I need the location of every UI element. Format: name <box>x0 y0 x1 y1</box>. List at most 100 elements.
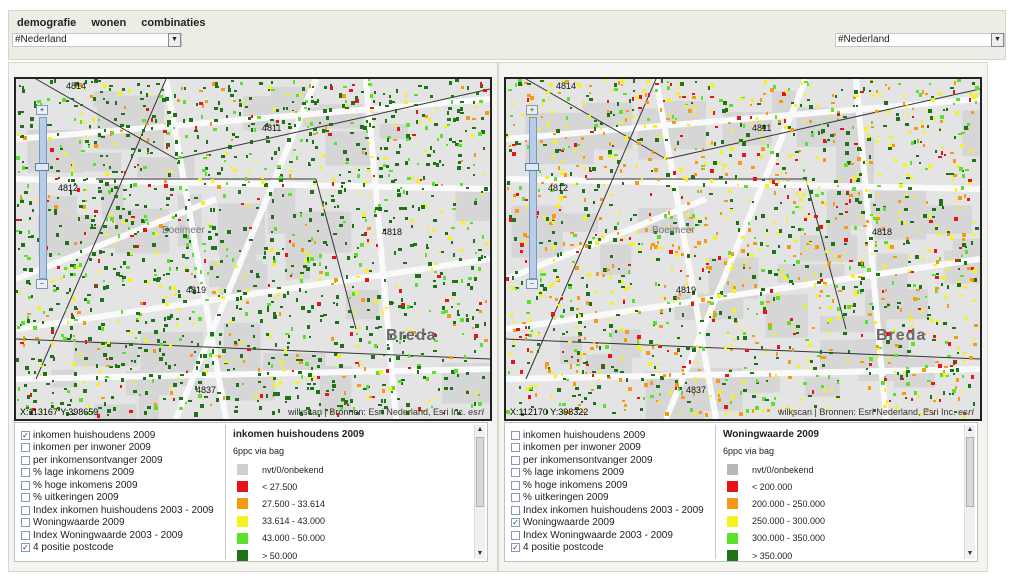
scroll-thumb[interactable] <box>966 437 974 507</box>
layer-item[interactable]: ✓ 4 positie postcode <box>511 542 721 555</box>
layer-checkbox[interactable] <box>511 493 520 503</box>
legend-scrollbar[interactable]: ▲ ▼ <box>474 425 485 559</box>
layer-item[interactable]: inkomen huishoudens 2009 <box>511 429 721 442</box>
house-parcel <box>113 407 116 411</box>
house-parcel <box>697 190 699 193</box>
layer-item[interactable]: ✓ 4 positie postcode <box>21 542 231 555</box>
menu-combinaties[interactable]: combinaties <box>141 17 205 29</box>
house-parcel <box>710 169 714 173</box>
layer-checkbox[interactable]: ✓ <box>21 430 30 440</box>
layer-item[interactable]: inkomen per inwoner 2009 <box>21 442 231 455</box>
house-parcel <box>296 156 298 160</box>
house-parcel <box>18 387 20 391</box>
chevron-down-icon[interactable]: ▼ <box>991 33 1004 47</box>
layer-item[interactable]: inkomen per inwoner 2009 <box>511 442 721 455</box>
layer-checkbox[interactable] <box>21 480 30 490</box>
house-parcel <box>346 275 348 279</box>
house-parcel <box>600 128 602 130</box>
house-parcel <box>164 317 166 321</box>
layer-checkbox[interactable] <box>511 443 520 453</box>
layer-checkbox[interactable]: ✓ <box>21 543 30 553</box>
layer-checkbox[interactable] <box>21 518 30 528</box>
layer-item[interactable]: Index inkomen huishoudens 2003 - 2009 <box>511 504 721 517</box>
zoom-track[interactable] <box>529 117 537 279</box>
layer-item[interactable]: Index inkomen huishoudens 2003 - 2009 <box>21 504 231 517</box>
zoom-handle[interactable] <box>525 163 539 171</box>
zoom-handle[interactable] <box>35 163 49 171</box>
layer-checkbox[interactable] <box>21 443 30 453</box>
minus-icon[interactable]: − <box>36 279 48 289</box>
left-region-select[interactable]: #Nederland ▼ <box>12 33 182 47</box>
layer-item[interactable]: % lage inkomens 2009 <box>21 467 231 480</box>
layer-item[interactable]: % uitkeringen 2009 <box>21 492 231 505</box>
right-map[interactable]: + − 4814 4811 4812 4818 4819 4837 Boeime… <box>504 77 982 421</box>
house-parcel <box>770 88 774 92</box>
layer-item[interactable]: Index Woningwaarde 2003 - 2009 <box>511 529 721 542</box>
layer-checkbox[interactable] <box>511 468 520 478</box>
layer-item[interactable]: Index Woningwaarde 2003 - 2009 <box>21 529 231 542</box>
house-parcel <box>210 208 212 212</box>
house-parcel <box>578 340 581 343</box>
house-parcel <box>859 173 862 176</box>
menu-demografie[interactable]: demografie <box>17 17 76 29</box>
house-parcel <box>305 362 309 366</box>
layer-label: % hoge inkomens 2009 <box>33 479 138 491</box>
house-parcel <box>383 164 386 167</box>
layer-item[interactable]: per inkomensontvanger 2009 <box>21 454 231 467</box>
house-parcel <box>106 101 109 104</box>
left-map[interactable]: + − 4814 4811 4812 4818 4819 4837 Boeime… <box>14 77 492 421</box>
legend-scrollbar[interactable]: ▲ ▼ <box>964 425 975 559</box>
right-map-canvas[interactable] <box>506 79 980 419</box>
house-parcel <box>868 194 872 198</box>
layer-checkbox[interactable] <box>511 505 520 515</box>
layer-checkbox[interactable] <box>21 468 30 478</box>
scroll-thumb[interactable] <box>476 437 484 507</box>
minus-icon[interactable]: − <box>526 279 538 289</box>
house-parcel <box>121 378 124 382</box>
zoom-track[interactable] <box>39 117 47 279</box>
house-parcel <box>51 341 54 345</box>
layer-checkbox[interactable] <box>511 455 520 465</box>
layer-item[interactable]: ✓ inkomen huishoudens 2009 <box>21 429 231 442</box>
zoom-slider[interactable]: + − <box>35 105 49 289</box>
arrow-up-icon[interactable]: ▲ <box>965 425 975 435</box>
legend-item: > 50.000 <box>233 547 463 564</box>
layer-checkbox[interactable] <box>21 493 30 503</box>
house-parcel <box>77 311 81 314</box>
layer-checkbox[interactable] <box>511 430 520 440</box>
plus-icon[interactable]: + <box>36 105 48 115</box>
layer-checkbox[interactable]: ✓ <box>511 518 520 528</box>
layer-checkbox[interactable] <box>21 530 30 540</box>
layer-item[interactable]: Woningwaarde 2009 <box>21 517 231 530</box>
layer-item[interactable]: % hoge inkomens 2009 <box>21 479 231 492</box>
house-parcel <box>381 399 383 403</box>
layer-checkbox[interactable]: ✓ <box>511 543 520 553</box>
left-map-canvas[interactable] <box>16 79 490 419</box>
layer-checkbox[interactable] <box>21 455 30 465</box>
house-parcel <box>446 144 448 146</box>
house-parcel <box>953 159 956 163</box>
layer-checkbox[interactable] <box>21 505 30 515</box>
arrow-down-icon[interactable]: ▼ <box>475 549 485 559</box>
layer-checkbox[interactable] <box>511 530 520 540</box>
right-region-select[interactable]: #Nederland ▼ <box>835 33 1005 47</box>
zoom-slider[interactable]: + − <box>525 105 539 289</box>
house-parcel <box>110 213 113 216</box>
legend-item: 43.000 - 50.000 <box>233 530 463 547</box>
layer-item[interactable]: per inkomensontvanger 2009 <box>511 454 721 467</box>
layer-checkbox[interactable] <box>511 480 520 490</box>
layer-item[interactable]: % lage inkomens 2009 <box>511 467 721 480</box>
menu-wonen[interactable]: wonen <box>91 17 126 29</box>
house-parcel <box>730 344 732 347</box>
house-parcel <box>889 400 891 402</box>
layer-item[interactable]: ✓ Woningwaarde 2009 <box>511 517 721 530</box>
house-parcel <box>788 88 790 91</box>
arrow-down-icon[interactable]: ▼ <box>965 549 975 559</box>
house-parcel <box>667 302 670 304</box>
arrow-up-icon[interactable]: ▲ <box>475 425 485 435</box>
chevron-down-icon[interactable]: ▼ <box>168 33 181 47</box>
layer-item[interactable]: % uitkeringen 2009 <box>511 492 721 505</box>
layer-item[interactable]: % hoge inkomens 2009 <box>511 479 721 492</box>
house-parcel <box>287 346 289 349</box>
plus-icon[interactable]: + <box>526 105 538 115</box>
